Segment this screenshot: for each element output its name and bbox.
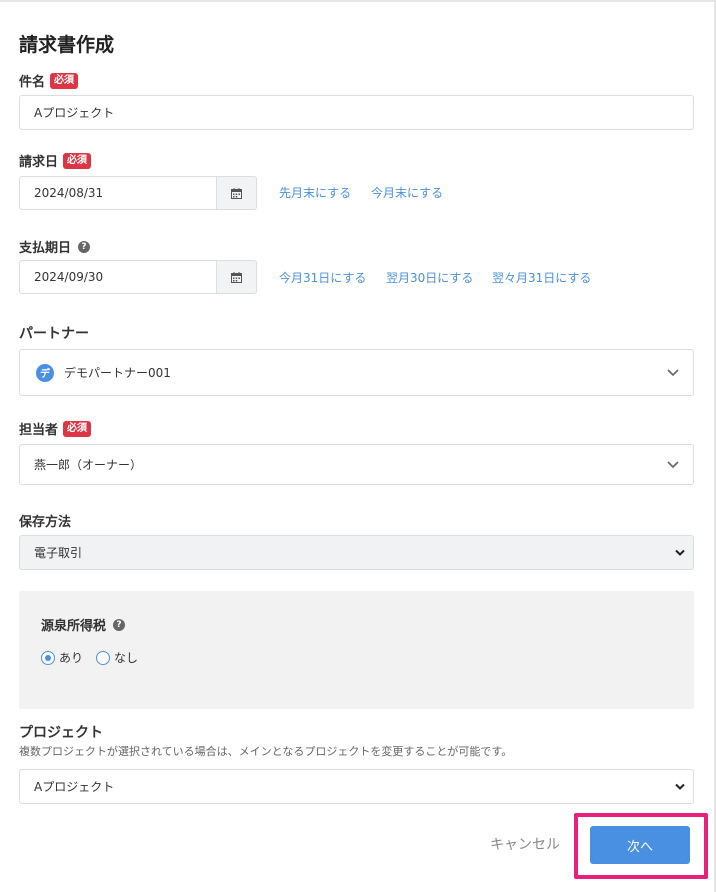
help-icon[interactable]: ? xyxy=(113,618,126,631)
top-border xyxy=(0,0,716,2)
set-last-month-end-link[interactable]: 先月末にする xyxy=(279,184,351,201)
due-date-label-text: 支払期日 xyxy=(19,241,72,256)
project-label: プロジェクト xyxy=(19,725,103,741)
chevron-down-icon xyxy=(667,460,679,468)
cancel-button[interactable]: キャンセル xyxy=(490,834,560,854)
project-select[interactable]: Aプロジェクト xyxy=(19,769,694,804)
set-month-after-next-31-link[interactable]: 翌々月31日にする xyxy=(492,269,591,286)
chevron-down-icon xyxy=(675,783,685,790)
chevron-down-icon xyxy=(667,368,679,376)
radio-unselected-icon xyxy=(96,650,110,665)
set-next-month-30-link[interactable]: 翌月30日にする xyxy=(386,269,473,286)
due-date-group: 2024/09/30 xyxy=(19,260,257,294)
project-description: 複数プロジェクトが選択されている場合は、メインとなるプロジェクトを変更することが… xyxy=(19,745,513,758)
subject-input-value: Aプロジェクト xyxy=(34,106,115,120)
assignee-label: 担当者 必須 xyxy=(19,419,92,438)
invoice-date-label: 請求日 必須 xyxy=(19,151,92,170)
withholding-radio-yes[interactable]: あり xyxy=(41,649,83,666)
storage-label: 保存方法 xyxy=(19,515,72,530)
subject-input[interactable]: Aプロジェクト xyxy=(19,95,694,130)
calendar-icon xyxy=(231,271,242,283)
chevron-down-icon xyxy=(675,549,685,556)
withholding-radio-no[interactable]: なし xyxy=(96,649,138,666)
required-badge: 必須 xyxy=(50,72,79,89)
set-this-month-31-link[interactable]: 今月31日にする xyxy=(279,269,366,286)
withholding-label-text: 源泉所得税 xyxy=(41,619,107,634)
invoice-date-label-text: 請求日 xyxy=(19,155,59,170)
withholding-radio-yes-label: あり xyxy=(59,651,84,665)
help-icon[interactable]: ? xyxy=(78,240,91,253)
subject-label-text: 件名 xyxy=(19,75,46,90)
due-date-calendar-button[interactable] xyxy=(216,261,256,293)
assignee-select[interactable]: 燕一郎（オーナー） xyxy=(19,444,694,485)
set-this-month-end-link[interactable]: 今月末にする xyxy=(371,184,443,201)
invoice-date-group: 2024/08/31 xyxy=(19,176,257,210)
subject-label: 件名 必須 xyxy=(19,71,79,90)
invoice-date-calendar-button[interactable] xyxy=(216,177,256,209)
storage-select-value: 電子取引 xyxy=(34,546,83,560)
partner-label: パートナー xyxy=(19,326,89,342)
next-button[interactable]: 次へ xyxy=(590,826,690,864)
invoice-date-input[interactable]: 2024/08/31 xyxy=(20,177,216,209)
required-badge: 必須 xyxy=(63,420,92,437)
withholding-radio-no-label: なし xyxy=(114,651,139,665)
withholding-label: 源泉所得税 ? xyxy=(41,615,126,634)
assignee-select-value: 燕一郎（オーナー） xyxy=(34,458,143,472)
due-date-label: 支払期日 ? xyxy=(19,237,91,256)
radio-selected-icon xyxy=(41,650,55,665)
partner-select-value: デモパートナー001 xyxy=(64,366,171,380)
partner-avatar: デ xyxy=(36,363,54,382)
page-title: 請求書作成 xyxy=(19,34,115,56)
project-select-value: Aプロジェクト xyxy=(34,780,115,794)
partner-select[interactable]: デ デモパートナー001 xyxy=(19,349,694,396)
due-date-input[interactable]: 2024/09/30 xyxy=(20,261,216,293)
assignee-label-text: 担当者 xyxy=(19,423,59,438)
storage-select[interactable]: 電子取引 xyxy=(19,535,694,570)
calendar-icon xyxy=(231,187,242,199)
required-badge: 必須 xyxy=(63,152,92,169)
